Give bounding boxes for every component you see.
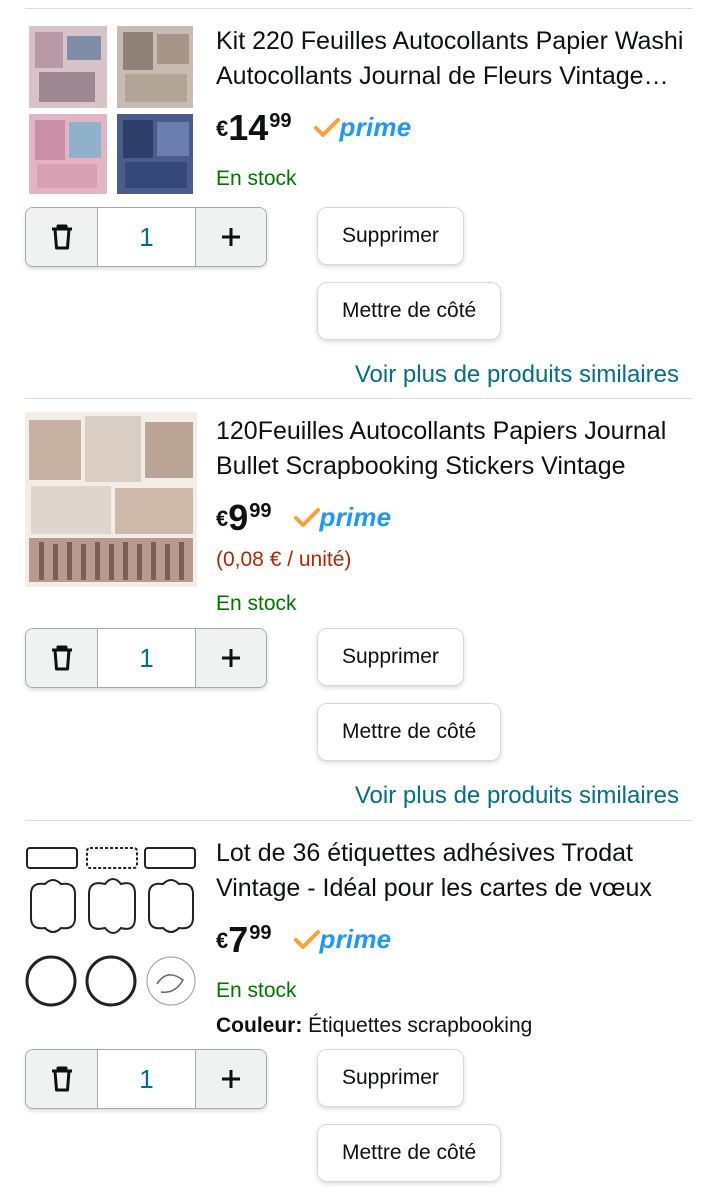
quantity-value[interactable]: 1	[98, 208, 195, 266]
price-whole: 9	[228, 497, 249, 538]
price-currency: €	[216, 928, 229, 953]
product-title[interactable]: 120Feuilles Autocollants Papiers Journal…	[216, 414, 692, 484]
save-for-later-button[interactable]: Mettre de côté	[317, 282, 502, 340]
price: € 7 99 prime	[216, 920, 391, 964]
delete-button[interactable]: Supprimer	[317, 207, 464, 265]
see-similar-link[interactable]: Voir plus de produits similaires	[355, 782, 679, 810]
color-variant: Couleur: Étiquettes scrapbooking	[216, 1014, 532, 1038]
delete-button[interactable]: Supprimer	[317, 628, 464, 686]
delete-button[interactable]: Supprimer	[317, 1049, 464, 1107]
price-fraction: 99	[249, 500, 272, 522]
prime-badge: prime	[313, 112, 412, 143]
top-divider	[25, 8, 693, 9]
save-for-later-button[interactable]: Mettre de côté	[317, 703, 502, 761]
prime-check-icon	[313, 117, 340, 137]
price-currency: €	[216, 116, 229, 141]
quantity-value[interactable]: 1	[98, 1050, 195, 1108]
prime-badge: prime	[293, 924, 392, 955]
plus-icon	[222, 649, 240, 667]
plus-icon	[222, 1070, 240, 1088]
product-image[interactable]	[25, 22, 197, 197]
price: € 9 99 prime	[216, 498, 391, 542]
quantity-stepper: 1	[25, 1049, 267, 1109]
item-divider	[25, 820, 693, 821]
delete-item-button[interactable]	[26, 629, 98, 687]
increase-quantity-button[interactable]	[195, 629, 266, 687]
prime-label: prime	[339, 112, 412, 142]
product-image[interactable]	[25, 412, 197, 587]
trash-icon	[51, 224, 72, 250]
item-divider	[25, 398, 693, 399]
product-title[interactable]: Kit 220 Feuilles Autocollants Papier Was…	[216, 24, 692, 94]
price-fraction: 99	[269, 110, 292, 132]
quantity-stepper: 1	[25, 628, 267, 688]
prime-check-icon	[293, 929, 320, 949]
prime-badge: prime	[293, 502, 392, 533]
price-whole: 14	[228, 107, 269, 148]
prime-check-icon	[293, 507, 320, 527]
price-fraction: 99	[249, 922, 272, 944]
prime-label: prime	[319, 924, 392, 954]
color-value: Étiquettes scrapbooking	[308, 1014, 533, 1037]
delete-item-button[interactable]	[26, 1050, 98, 1108]
trash-icon	[51, 645, 72, 671]
unit-price: (0,08 € / unité)	[216, 548, 352, 571]
stock-status: En stock	[216, 979, 297, 1002]
trash-icon	[51, 1066, 72, 1092]
increase-quantity-button[interactable]	[195, 208, 266, 266]
save-for-later-button[interactable]: Mettre de côté	[317, 1124, 502, 1182]
plus-icon	[222, 228, 240, 246]
product-title[interactable]: Lot de 36 étiquettes adhésives Trodat Vi…	[216, 836, 692, 906]
price-whole: 7	[228, 919, 249, 960]
stock-status: En stock	[216, 167, 297, 190]
quantity-value[interactable]: 1	[98, 629, 195, 687]
product-image[interactable]	[25, 834, 197, 1009]
see-similar-link[interactable]: Voir plus de produits similaires	[355, 361, 679, 389]
delete-item-button[interactable]	[26, 208, 98, 266]
increase-quantity-button[interactable]	[195, 1050, 266, 1108]
prime-label: prime	[319, 502, 392, 532]
quantity-stepper: 1	[25, 207, 267, 267]
price-currency: €	[216, 506, 229, 531]
price: € 14 99 prime	[216, 108, 411, 152]
stock-status: En stock	[216, 592, 297, 615]
color-label: Couleur:	[216, 1014, 303, 1037]
